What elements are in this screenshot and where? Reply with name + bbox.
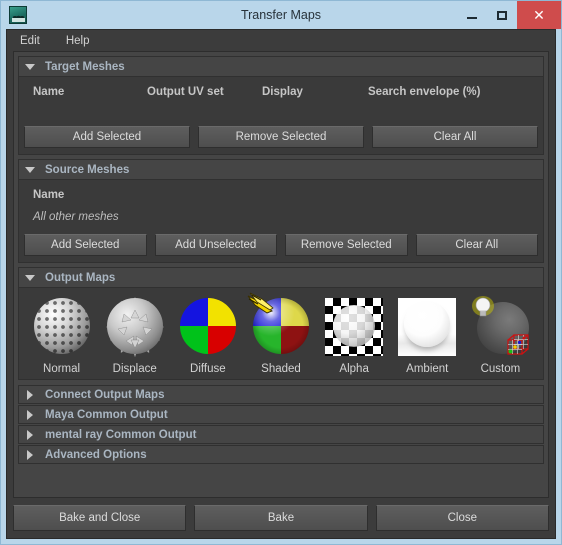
menu-help[interactable]: Help — [63, 34, 93, 48]
target-remove-selected-button[interactable]: Remove Selected — [198, 126, 364, 148]
bake-and-close-button[interactable]: Bake and Close — [13, 505, 187, 531]
section-title-source-meshes: Source Meshes — [45, 163, 130, 176]
window-body: Edit Help Target Meshes Name Output UV s… — [6, 29, 556, 539]
column-header-name: Name — [33, 189, 65, 201]
transfer-maps-window: Transfer Maps ✕ Edit Help Target Meshes — [0, 0, 562, 545]
chevron-down-icon — [25, 274, 35, 281]
output-map-label: Diffuse — [190, 363, 226, 375]
minimize-button[interactable] — [457, 1, 487, 29]
spikes-front-shape — [117, 309, 153, 349]
section-mental-ray-common-output[interactable]: mental ray Common Output — [18, 425, 544, 444]
chevron-down-icon — [25, 166, 35, 173]
source-add-selected-button[interactable]: Add Selected — [24, 234, 147, 256]
target-meshes-column-headers: Name Output UV set Display Search envelo… — [19, 77, 543, 98]
close-dialog-button[interactable]: Close — [375, 505, 549, 531]
shaded-map-icon — [247, 292, 312, 358]
section-body-output-maps: Normal Displace Diffuse Shaded Alpha Amb… — [18, 287, 544, 380]
output-map-custom[interactable]: Custom — [464, 296, 537, 375]
output-map-diffuse[interactable]: Diffuse — [171, 296, 244, 375]
section-title-connect-output-maps: Connect Output Maps — [45, 388, 165, 401]
normal-map-icon — [31, 296, 93, 358]
bake-button[interactable]: Bake — [194, 505, 368, 531]
source-remove-selected-button[interactable]: Remove Selected — [285, 234, 408, 256]
chevron-right-icon — [27, 429, 33, 440]
source-clear-all-button[interactable]: Clear All — [415, 234, 538, 256]
maya-icon — [9, 6, 27, 24]
column-header-display: Display — [262, 86, 303, 98]
footer-buttons: Bake and Close Bake Close — [7, 498, 555, 538]
section-connect-output-maps[interactable]: Connect Output Maps — [18, 385, 544, 404]
column-header-output-uv-set: Output UV set — [147, 86, 224, 98]
target-meshes-buttons: Add Selected Remove Selected Clear All — [19, 122, 543, 154]
section-header-source-meshes[interactable]: Source Meshes — [18, 159, 544, 179]
menu-bar: Edit Help — [7, 30, 555, 51]
maximize-icon — [497, 10, 507, 20]
output-map-label: Custom — [480, 363, 521, 375]
minimize-icon — [467, 17, 477, 19]
source-meshes-buttons: Add Selected Add Unselected Remove Selec… — [19, 223, 543, 262]
maximize-button[interactable] — [487, 1, 517, 29]
menu-edit[interactable]: Edit — [17, 34, 43, 48]
alpha-map-icon — [323, 296, 385, 358]
target-clear-all-button[interactable]: Clear All — [372, 126, 538, 148]
output-maps-icon-row: Normal Displace Diffuse Shaded Alpha Amb… — [19, 288, 543, 379]
source-add-unselected-button[interactable]: Add Unselected — [154, 234, 277, 256]
section-header-target-meshes[interactable]: Target Meshes — [18, 56, 544, 76]
ambient-map-icon — [396, 296, 458, 358]
section-body-target-meshes: Name Output UV set Display Search envelo… — [18, 76, 544, 155]
output-map-label: Alpha — [339, 363, 369, 375]
source-mesh-list-item[interactable]: All other meshes — [19, 201, 543, 223]
lightbulb-icon — [472, 296, 495, 317]
chevron-down-icon — [25, 63, 35, 70]
custom-map-icon — [469, 296, 531, 358]
displace-map-icon — [104, 296, 166, 358]
target-meshes-list[interactable] — [19, 98, 543, 122]
output-map-label: Normal — [43, 363, 81, 375]
output-map-label: Displace — [112, 363, 157, 375]
section-header-output-maps[interactable]: Output Maps — [18, 267, 544, 287]
window-controls: ✕ — [457, 1, 561, 29]
target-add-selected-button[interactable]: Add Selected — [24, 126, 190, 148]
section-title-target-meshes: Target Meshes — [45, 60, 125, 73]
column-header-search-envelope: Search envelope (%) — [368, 86, 481, 98]
output-map-label: Shaded — [261, 363, 301, 375]
output-map-normal[interactable]: Normal — [25, 296, 98, 375]
section-body-source-meshes: Name All other meshes Add Selected Add U… — [18, 179, 544, 263]
section-title-mental-ray-common-output: mental ray Common Output — [45, 428, 197, 441]
section-title-maya-common-output: Maya Common Output — [45, 408, 168, 421]
title-bar[interactable]: Transfer Maps ✕ — [1, 1, 561, 29]
output-map-ambient[interactable]: Ambient — [391, 296, 464, 375]
output-map-shaded[interactable]: Shaded — [244, 292, 317, 375]
close-button[interactable]: ✕ — [517, 1, 561, 29]
chevron-right-icon — [27, 389, 33, 400]
lightning-bolt-icon — [247, 292, 274, 314]
chevron-right-icon — [27, 409, 33, 420]
section-advanced-options[interactable]: Advanced Options — [18, 445, 544, 464]
section-maya-common-output[interactable]: Maya Common Output — [18, 405, 544, 424]
output-map-alpha[interactable]: Alpha — [318, 296, 391, 375]
section-title-output-maps: Output Maps — [45, 271, 116, 284]
column-header-name: Name — [33, 86, 65, 98]
chevron-right-icon — [27, 449, 33, 460]
output-map-label: Ambient — [406, 363, 449, 375]
dialog-content: Target Meshes Name Output UV set Display… — [13, 51, 549, 498]
diffuse-map-icon — [177, 296, 239, 358]
output-map-displace[interactable]: Displace — [98, 296, 171, 375]
section-title-advanced-options: Advanced Options — [45, 448, 147, 461]
color-cube-icon — [507, 334, 530, 355]
